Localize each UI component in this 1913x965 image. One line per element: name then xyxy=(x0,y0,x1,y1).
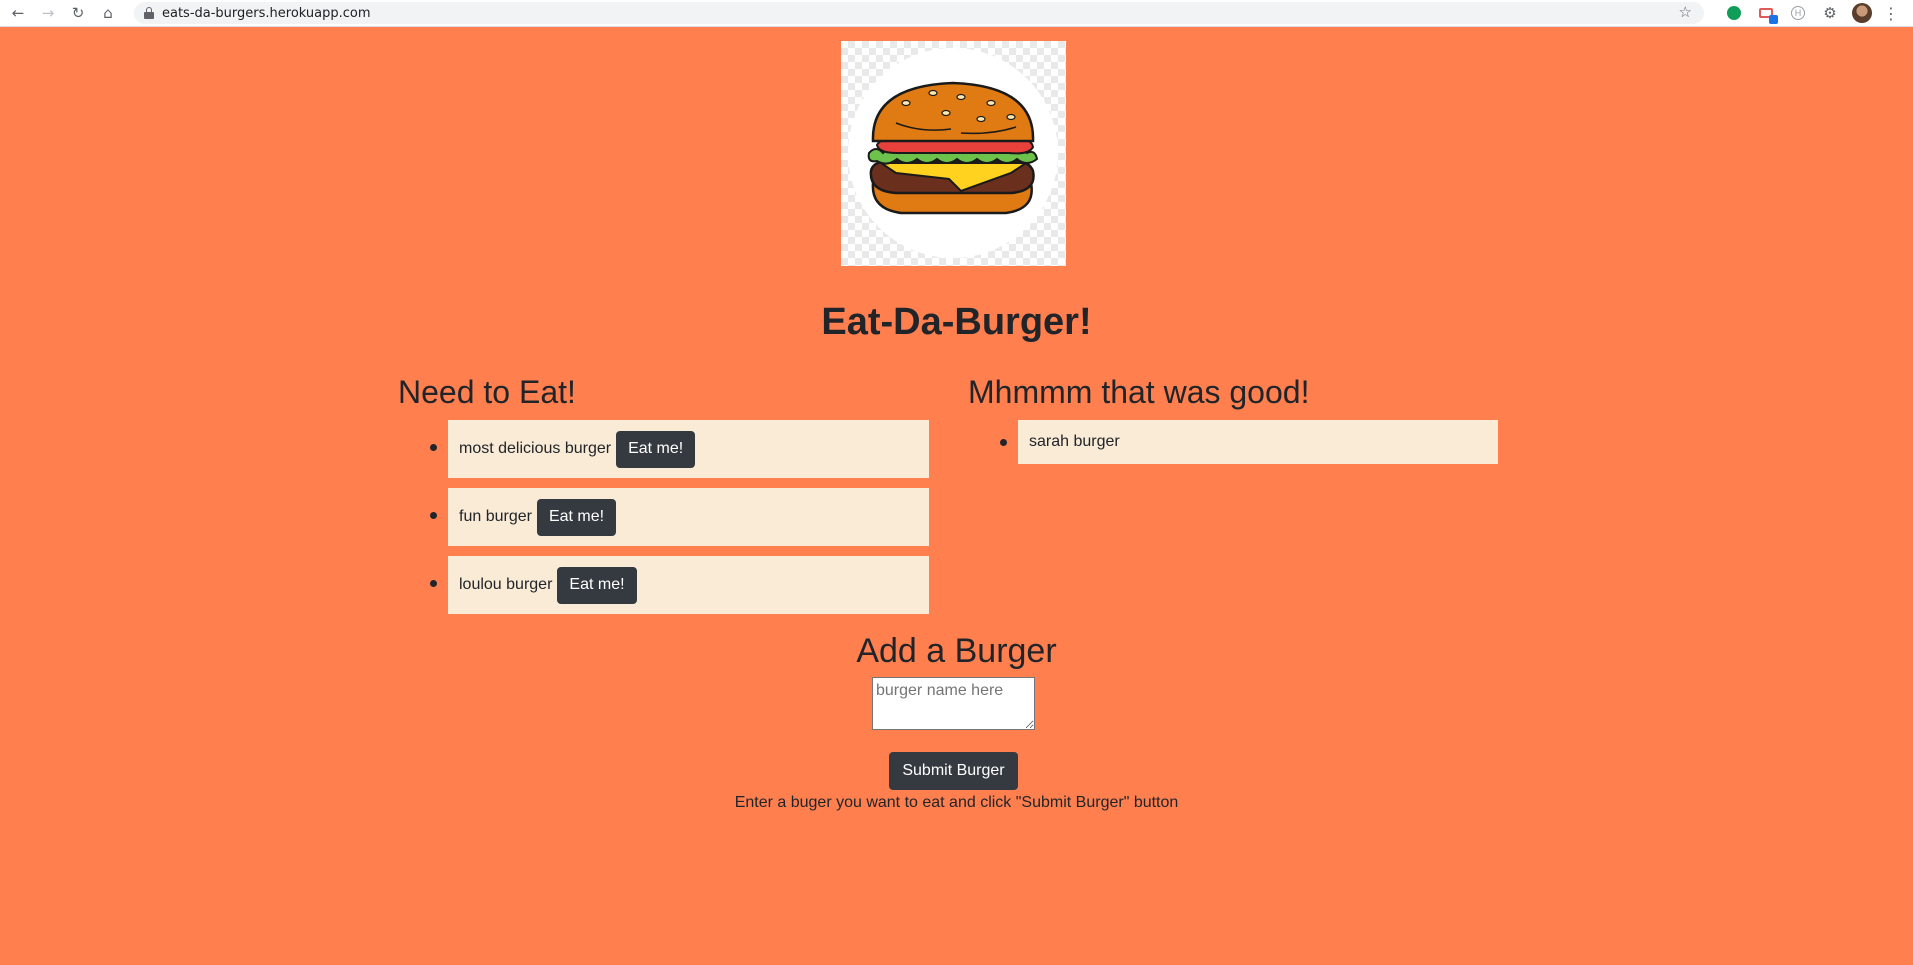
url-text: eats-da-burgers.herokuapp.com xyxy=(162,5,371,21)
page-title: Eat-Da-Burger! xyxy=(821,301,1092,343)
reload-icon[interactable]: ↻ xyxy=(66,1,90,25)
extensions-area: H ⚙ ⋮ xyxy=(1721,0,1913,26)
eat-me-button[interactable]: Eat me! xyxy=(536,498,617,536)
back-icon[interactable]: ← xyxy=(6,1,30,25)
eat-me-button[interactable]: Eat me! xyxy=(616,430,696,468)
burger-name-input[interactable] xyxy=(872,677,1035,730)
profile-avatar[interactable] xyxy=(1849,0,1875,26)
need-to-eat-heading: Need to Eat! xyxy=(398,374,576,410)
lock-icon xyxy=(144,7,154,19)
eat-me-button[interactable]: Eat me! xyxy=(557,566,637,604)
burger-name: loulou burger xyxy=(459,576,553,593)
list-item: most delicious burger Eat me! xyxy=(448,420,929,478)
burger-logo xyxy=(841,41,1066,266)
extensions-puzzle-icon[interactable]: ⚙ xyxy=(1817,0,1843,26)
list-bullet xyxy=(430,512,437,519)
burger-name: sarah burger xyxy=(1029,433,1120,450)
menu-dots-icon[interactable]: ⋮ xyxy=(1881,0,1907,26)
list-bullet xyxy=(1000,439,1007,446)
bookmark-star-icon[interactable]: ☆ xyxy=(1679,3,1692,21)
list-bullet xyxy=(430,580,437,587)
list-bullet xyxy=(430,444,437,451)
h-extension-icon[interactable]: H xyxy=(1785,0,1811,26)
address-bar[interactable]: eats-da-burgers.herokuapp.com ☆ xyxy=(134,2,1704,24)
burger-name: most delicious burger xyxy=(459,440,612,457)
list-item: sarah burger xyxy=(1018,420,1498,464)
burger-name: fun burger xyxy=(459,508,532,525)
forward-icon[interactable]: → xyxy=(36,1,60,25)
instructions-text: Enter a buger you want to eat and click … xyxy=(734,794,1179,811)
home-icon[interactable]: ⌂ xyxy=(96,1,120,25)
green-extension-icon[interactable] xyxy=(1721,0,1747,26)
list-item: loulou burger Eat me! xyxy=(448,556,929,614)
add-burger-heading: Add a Burger xyxy=(856,632,1057,670)
browser-toolbar: ← → ↻ ⌂ eats-da-burgers.herokuapp.com ☆ … xyxy=(0,0,1913,27)
submit-burger-button[interactable]: Submit Burger xyxy=(889,752,1018,790)
eaten-heading: Mhmmm that was good! xyxy=(968,374,1310,410)
list-item: fun burger Eat me! xyxy=(448,488,929,546)
burger-icon xyxy=(848,48,1058,258)
red-extension-icon[interactable] xyxy=(1753,0,1779,26)
